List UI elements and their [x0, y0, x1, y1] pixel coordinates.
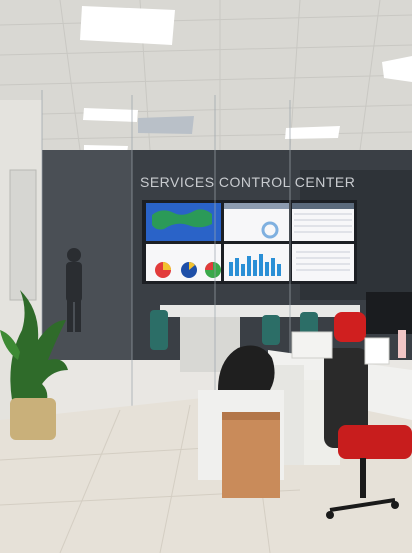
- cardboard-box-top: [222, 412, 280, 420]
- ceiling-light: [80, 6, 175, 45]
- kpi-header: [224, 203, 289, 209]
- video-wall: [142, 200, 357, 284]
- bar-mark: [259, 254, 263, 276]
- desk-items: [364, 337, 390, 365]
- red-chair-back: [334, 312, 366, 342]
- table-header: [292, 203, 354, 209]
- inner-desk: [160, 305, 360, 317]
- bar-mark: [229, 262, 233, 276]
- laptop: [291, 331, 333, 359]
- bar-mark: [271, 258, 275, 276]
- control-center-sign: SERVICES CONTROL CENTER: [140, 174, 355, 190]
- ceiling-light: [285, 126, 340, 139]
- plant-pot: [10, 398, 56, 440]
- text-screen: [292, 244, 354, 281]
- bar-mark: [253, 260, 257, 276]
- office-scene: SERVICES CONTROL CENTER: [0, 0, 412, 553]
- monitor: [366, 292, 412, 334]
- ceiling-vent: [138, 116, 194, 134]
- bottle: [398, 330, 406, 358]
- photo-frame: SERVICES CONTROL CENTER: [0, 0, 412, 553]
- bar-mark: [235, 258, 239, 276]
- bar-mark: [241, 264, 245, 276]
- ceiling-light: [83, 108, 138, 122]
- bar-mark: [265, 262, 269, 276]
- wall-board: [9, 169, 37, 301]
- bar-mark: [277, 264, 281, 276]
- ceiling: [0, 0, 412, 168]
- bar-mark: [247, 256, 251, 276]
- cardboard-box: [222, 418, 280, 498]
